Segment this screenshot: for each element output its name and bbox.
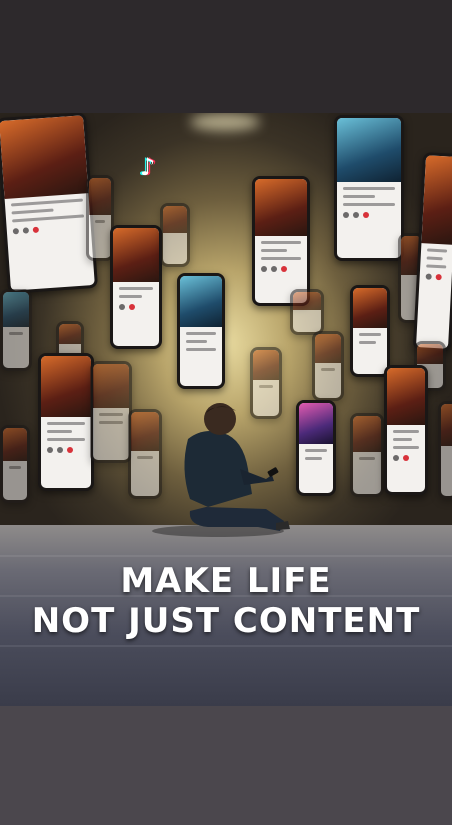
floating-phone xyxy=(384,365,428,495)
floating-phone xyxy=(0,113,99,294)
floating-phone xyxy=(0,425,30,503)
bottom-bar xyxy=(0,706,452,825)
tiktok-logo-icon: ♪ xyxy=(140,153,156,181)
ceiling-light xyxy=(190,113,260,131)
floating-phone xyxy=(177,273,225,389)
floating-phone xyxy=(350,413,384,497)
headline-line-2: NOT JUST CONTENT xyxy=(31,601,421,641)
floating-phone xyxy=(412,152,452,352)
floating-phone xyxy=(90,361,132,463)
floating-phone xyxy=(160,203,190,267)
floating-phone xyxy=(312,331,344,401)
floating-phone xyxy=(296,400,336,496)
floating-phone xyxy=(350,285,390,377)
floating-phone xyxy=(110,225,162,349)
floating-phone xyxy=(334,115,404,261)
poster-frame: ♪ MAKE LIFE NOT JUST CONTENT xyxy=(0,0,452,825)
floating-phone xyxy=(290,289,324,335)
floating-phone xyxy=(0,289,32,371)
floating-phone xyxy=(438,401,452,499)
floating-phone xyxy=(38,353,94,491)
floating-phone xyxy=(252,176,310,306)
top-bar xyxy=(0,0,452,113)
person-silhouette xyxy=(152,403,290,537)
headline-line-1: MAKE LIFE xyxy=(120,561,332,601)
illustration: ♪ MAKE LIFE NOT JUST CONTENT xyxy=(0,113,452,706)
